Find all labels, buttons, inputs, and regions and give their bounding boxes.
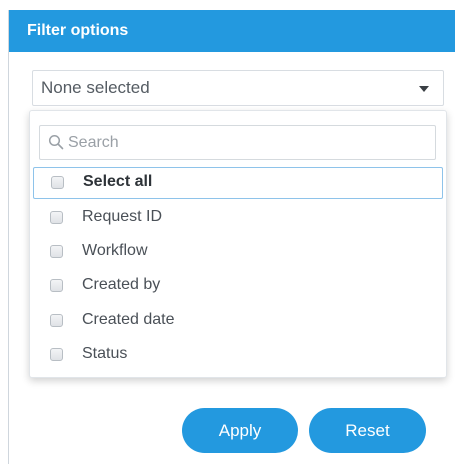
option-label: Created date [82,311,175,328]
option-select-all[interactable]: Select all [33,167,443,199]
checkbox[interactable] [51,176,64,189]
checkbox[interactable] [50,245,63,258]
checkbox[interactable] [50,279,63,292]
option-label: Select all [83,173,153,190]
caret-down-icon[interactable] [419,86,429,92]
option-label: Status [82,345,128,362]
apply-button[interactable]: Apply [182,408,298,453]
option-status[interactable]: Status [33,340,443,372]
selected-value: None selected [41,78,150,97]
option-created-by[interactable]: Created by [33,271,443,303]
option-request-id[interactable]: Request ID [33,203,443,235]
filter-panel: Filter options None selected Select all … [8,10,455,464]
option-created-date[interactable]: Created date [33,306,443,338]
option-label: Request ID [82,208,163,225]
search-box[interactable] [39,125,436,160]
option-label: Workflow [82,242,148,259]
search-icon [48,134,64,150]
multiselect-dropdown[interactable]: None selected [32,70,444,106]
reset-button[interactable]: Reset [309,408,426,453]
option-label: Created by [82,276,161,293]
dropdown-menu: Select all Request ID Workflow Created b… [29,110,447,378]
checkbox[interactable] [50,211,63,224]
panel-title: Filter options [9,10,455,52]
option-workflow[interactable]: Workflow [33,237,443,269]
checkbox[interactable] [50,348,63,361]
checkbox[interactable] [50,314,63,327]
search-input[interactable] [68,126,428,159]
